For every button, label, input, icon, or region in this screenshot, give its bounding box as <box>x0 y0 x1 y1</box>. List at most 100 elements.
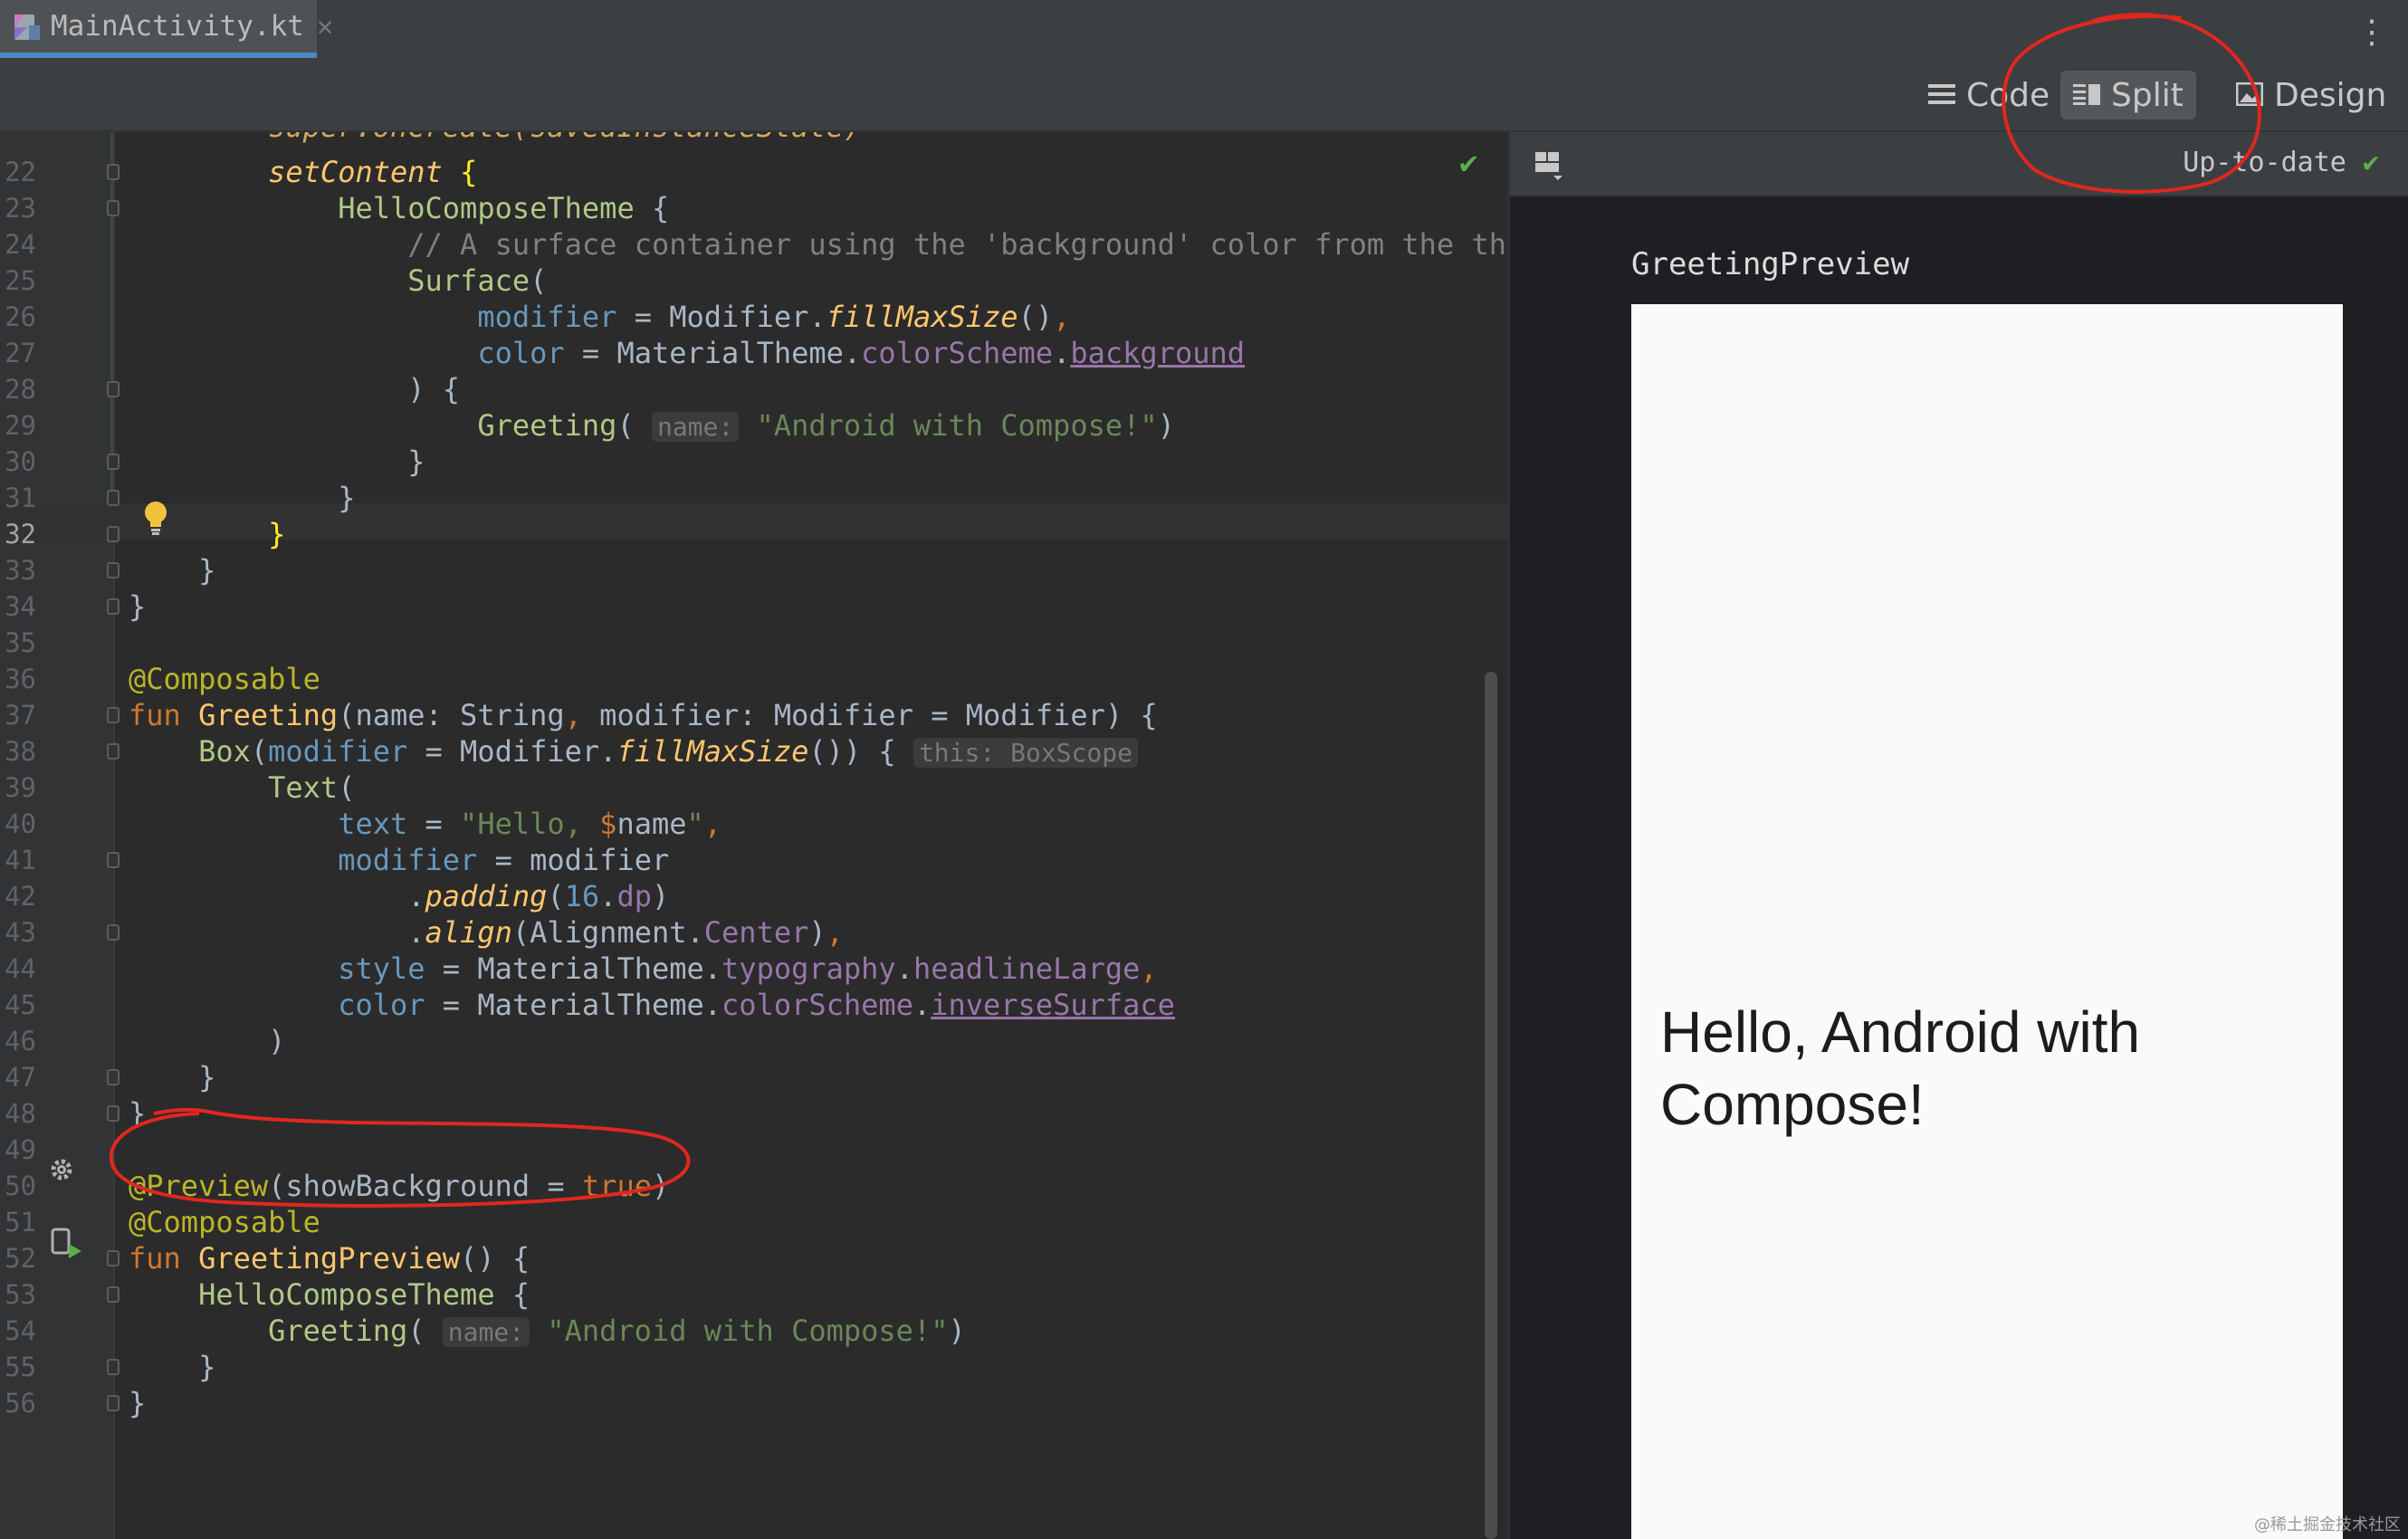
editor-scrollbar[interactable] <box>1485 672 1497 1539</box>
code-line: @Composable <box>129 662 320 696</box>
line-number: 41 <box>5 845 36 875</box>
code-line: Greeting( name: "Android with Compose!") <box>477 408 1175 443</box>
code-line: ) { <box>129 372 461 406</box>
check-icon: ✔ <box>2362 147 2379 178</box>
line-number: 30 <box>5 446 36 477</box>
line-number: 52 <box>5 1243 36 1274</box>
lines-icon <box>1928 77 1955 114</box>
line-number: 38 <box>5 736 36 767</box>
code-line: HelloComposeTheme { <box>198 1277 530 1312</box>
image-icon <box>2235 77 2264 114</box>
inspection-ok-icon[interactable]: ✔ <box>1459 145 1477 181</box>
editor-tab-bar: MainActivity.kt ✕ ⋮ <box>0 0 2408 63</box>
lightbulb-icon[interactable] <box>141 500 170 540</box>
preview-status-label: Up-to-date <box>2183 147 2346 178</box>
fold-marker-icon[interactable] <box>107 743 119 760</box>
fold-marker-icon[interactable] <box>107 1069 119 1085</box>
preview-toolbar: Up-to-date ✔ <box>1510 132 2408 197</box>
line-number: 56 <box>5 1388 36 1419</box>
fold-marker-icon[interactable] <box>107 707 119 723</box>
view-mode-bar: Code Split Design <box>0 62 2408 132</box>
fold-marker-icon[interactable] <box>107 164 119 180</box>
line-number: 23 <box>5 193 36 224</box>
preview-greeting-text: Hello, Android with Compose! <box>1660 999 2141 1137</box>
code-line: .align(Alignment.Center), <box>129 915 844 950</box>
code-line: modifier = modifier <box>338 843 670 877</box>
partial-line: super.onCreate(savedInstanceState) <box>129 132 861 145</box>
code-line: style = MaterialTheme.typography.headlin… <box>338 951 1158 986</box>
line-number: 29 <box>5 410 36 441</box>
line-number: 47 <box>5 1062 36 1093</box>
code-line: color = MaterialTheme.colorScheme.backgr… <box>477 336 1245 370</box>
fold-marker-icon[interactable] <box>107 526 119 542</box>
line-number: 28 <box>5 374 36 405</box>
line-number: 22 <box>5 157 36 187</box>
code-line: } <box>129 444 425 479</box>
line-number: 35 <box>5 627 36 658</box>
line-number: 42 <box>5 881 36 912</box>
fold-marker-icon[interactable] <box>107 562 119 578</box>
tab-mainactivity[interactable]: MainActivity.kt ✕ <box>0 0 333 58</box>
fold-marker-icon[interactable] <box>107 1286 119 1303</box>
line-number: 46 <box>5 1026 36 1056</box>
code-mode-button[interactable]: Code <box>1928 71 2050 119</box>
code-line: text = "Hello, $name", <box>338 807 722 841</box>
code-line: @Preview(showBackground = true) <box>129 1169 670 1203</box>
fold-marker-icon[interactable] <box>107 924 119 941</box>
fold-marker-icon[interactable] <box>107 1250 119 1267</box>
preview-pane: Up-to-date ✔ GreetingPreview Hello, Andr… <box>1510 132 2408 1539</box>
line-number: 44 <box>5 953 36 984</box>
fold-marker-icon[interactable] <box>107 381 119 397</box>
code-line: } <box>129 1096 147 1131</box>
code-line: } <box>129 1350 216 1384</box>
line-number: 48 <box>5 1098 36 1129</box>
preview-canvas[interactable]: Hello, Android with Compose! <box>1631 304 2343 1539</box>
line-number: 25 <box>5 265 36 296</box>
code-line: color = MaterialTheme.colorScheme.invers… <box>338 988 1175 1022</box>
line-number: 34 <box>5 591 36 622</box>
close-icon[interactable]: ✕ <box>317 11 333 43</box>
design-mode-label: Design <box>2274 76 2387 114</box>
code-line: } <box>129 1386 147 1420</box>
fold-marker-icon[interactable] <box>107 598 119 615</box>
line-number: 27 <box>5 338 36 368</box>
line-number: 45 <box>5 989 36 1020</box>
line-number: 50 <box>5 1171 36 1201</box>
fold-marker-icon[interactable] <box>107 200 119 216</box>
run-preview-icon[interactable] <box>51 1228 83 1262</box>
line-number: 32 <box>5 519 36 550</box>
fold-marker-icon[interactable] <box>107 1395 119 1411</box>
kotlin-file-icon <box>13 11 42 42</box>
line-number: 49 <box>5 1134 36 1165</box>
code-editor[interactable]: 22 setContent {23 HelloComposeTheme {24 … <box>0 132 1507 1539</box>
fold-marker-icon[interactable] <box>107 1359 119 1375</box>
code-line: Text( <box>268 770 356 805</box>
gear-icon[interactable] <box>47 1155 76 1188</box>
design-mode-button[interactable]: Design <box>2235 71 2387 119</box>
split-mode-button[interactable]: Split <box>2060 71 2196 119</box>
line-number: 37 <box>5 700 36 731</box>
more-options-icon[interactable]: ⋮ <box>2355 16 2388 49</box>
code-line: .padding(16.dp) <box>129 879 670 913</box>
code-line: @Composable <box>129 1205 320 1239</box>
line-number: 24 <box>5 229 36 260</box>
line-number: 53 <box>5 1279 36 1310</box>
code-line: setContent { <box>268 155 478 189</box>
preview-title: GreetingPreview <box>1631 246 1910 282</box>
line-number: 40 <box>5 808 36 839</box>
code-line: // A surface container using the 'backgr… <box>407 227 1507 262</box>
code-line: Box(modifier = Modifier.fillMaxSize()) {… <box>129 733 1138 771</box>
code-line: ) <box>129 1024 286 1058</box>
fold-marker-icon[interactable] <box>107 490 119 506</box>
code-line: } <box>129 589 147 624</box>
fold-marker-icon[interactable] <box>107 852 119 868</box>
tab-filename: MainActivity.kt <box>51 10 304 43</box>
preview-status: Up-to-date ✔ <box>2183 147 2379 178</box>
code-mode-label: Code <box>1966 76 2050 114</box>
layers-icon[interactable] <box>1534 150 1566 185</box>
line-number: 36 <box>5 664 36 694</box>
fold-marker-icon[interactable] <box>107 1105 119 1122</box>
line-number: 51 <box>5 1207 36 1238</box>
code-line: } <box>129 1060 216 1095</box>
fold-marker-icon[interactable] <box>107 454 119 470</box>
